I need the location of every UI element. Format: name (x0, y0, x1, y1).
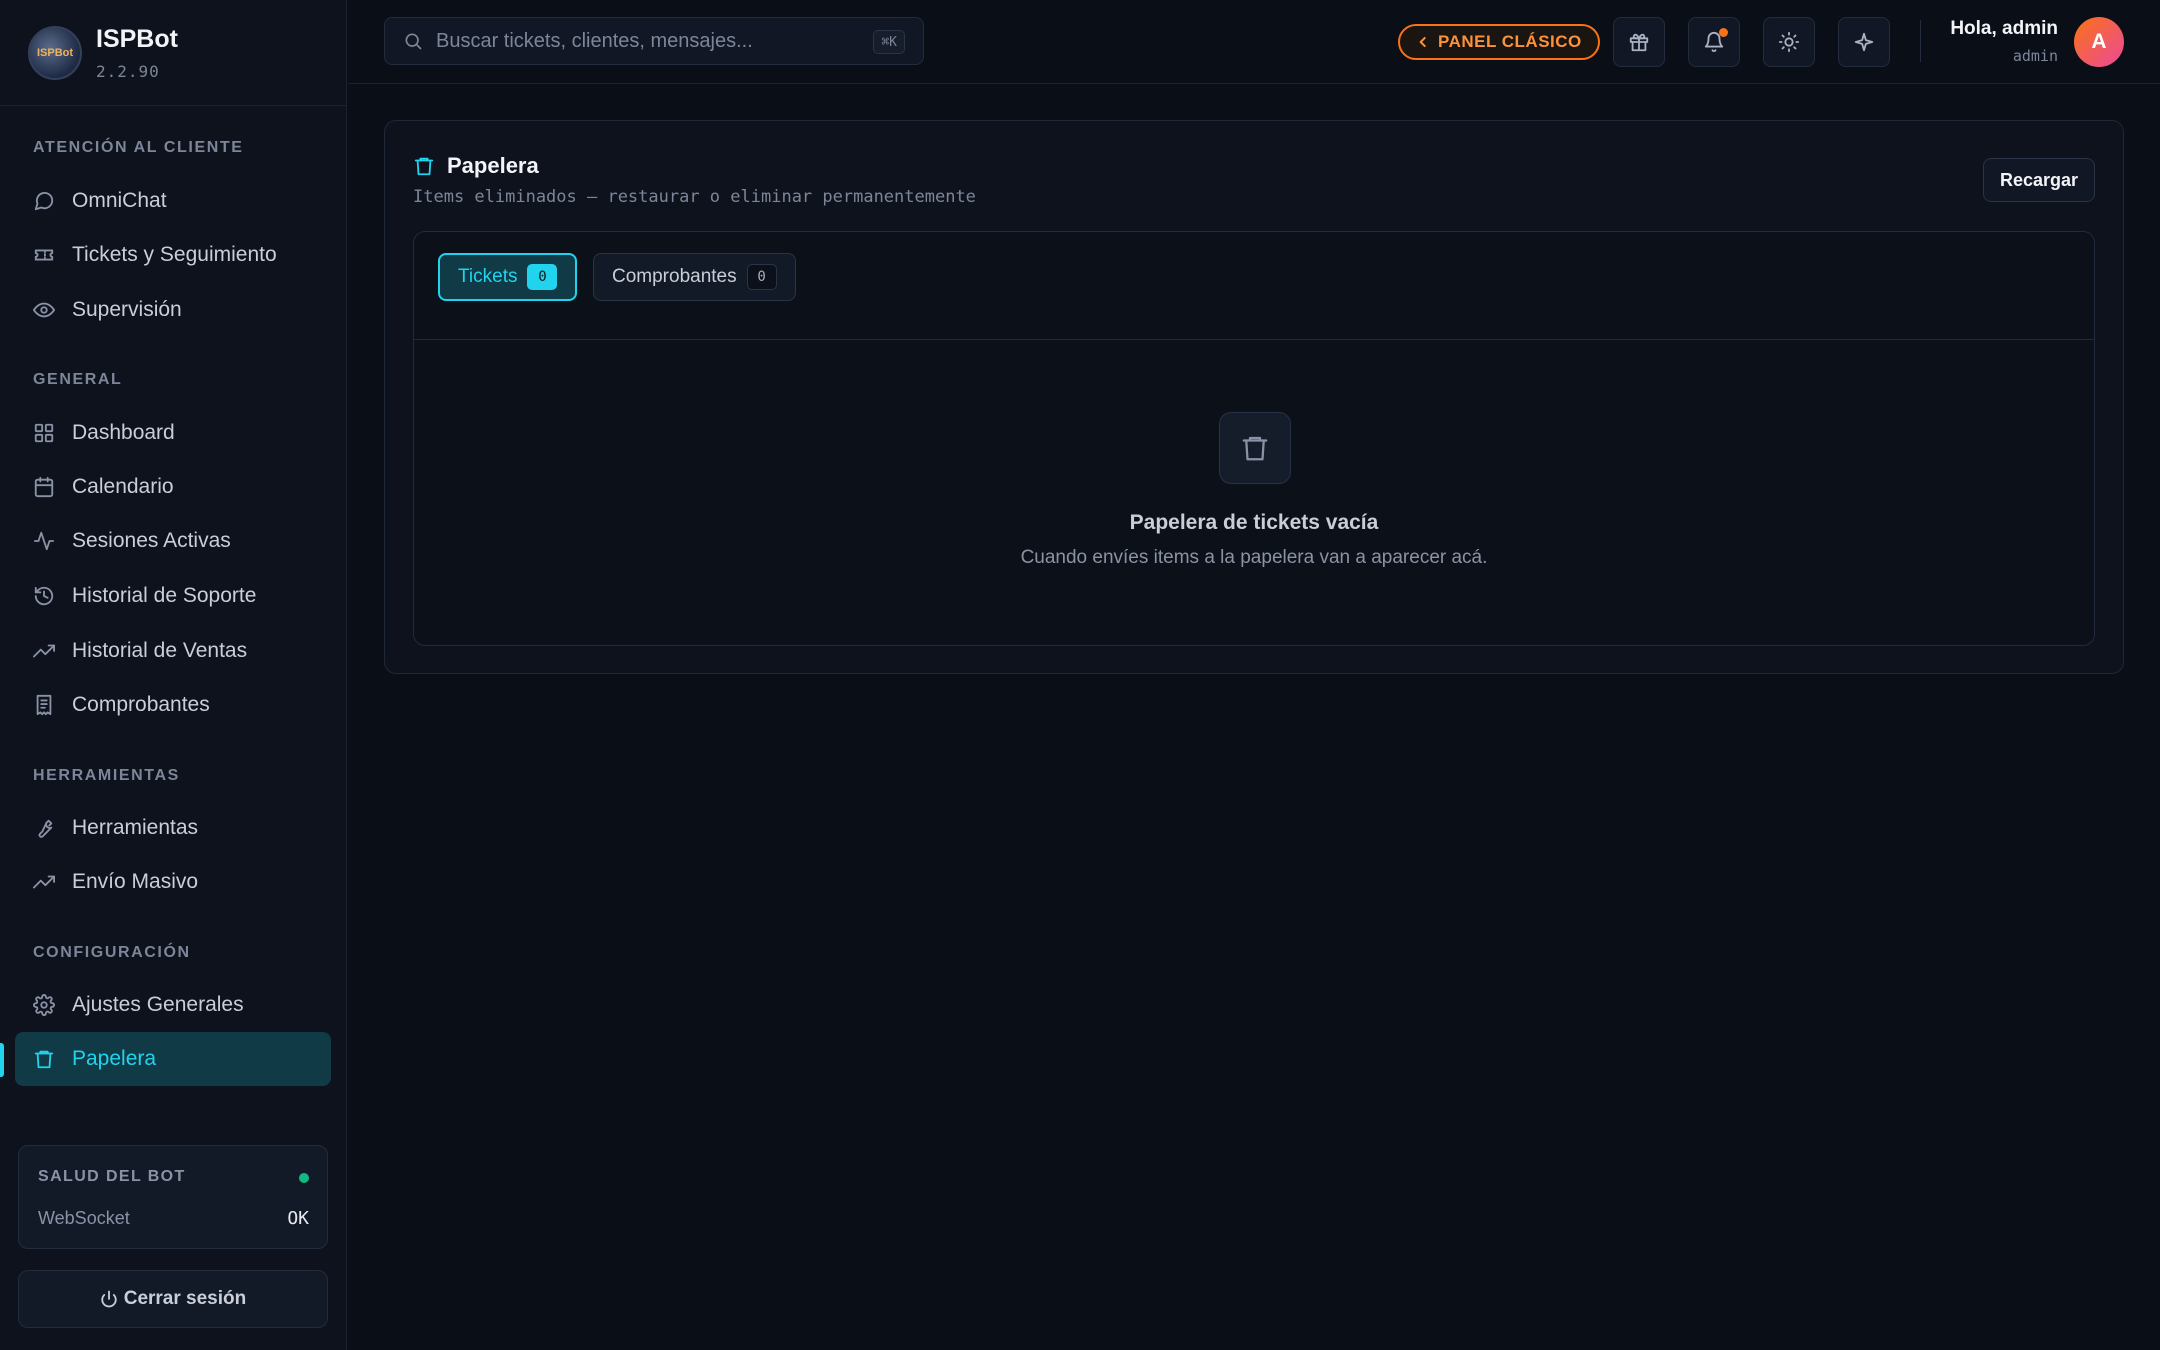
wrench-icon (33, 817, 55, 839)
empty-state-icon (1219, 412, 1291, 484)
section-herramientas: HERRAMIENTAS (33, 767, 180, 784)
empty-state-subtitle: Cuando envíes items a la papelera van a … (1020, 547, 1488, 568)
health-value: OK (287, 1208, 309, 1229)
brand: ISPBot ISPBot 2.2.90 (0, 0, 346, 106)
tab-tickets[interactable]: Tickets 0 (438, 253, 578, 301)
tab-label: Comprobantes (612, 266, 737, 287)
notification-dot (1719, 28, 1728, 37)
trash-icon (33, 1048, 55, 1070)
sidebar-item-comprobantes[interactable]: Comprobantes (15, 678, 331, 732)
active-indicator (0, 1043, 4, 1077)
search-input[interactable] (436, 29, 856, 53)
sparkle-icon (1853, 31, 1875, 53)
top-header: ⌘K PANEL CLÁSICO Hola, admin admin A (348, 0, 2160, 84)
sidebar-item-papelera[interactable]: Papelera (15, 1032, 331, 1086)
sidebar-item-ajustes[interactable]: Ajustes Generales (15, 978, 331, 1032)
empty-state-title: Papelera de tickets vacía (1129, 511, 1379, 534)
sidebar-item-label: OmniChat (72, 189, 167, 212)
history-icon (33, 585, 55, 607)
sidebar-item-herramientas[interactable]: Herramientas (15, 801, 331, 855)
section-atencion: ATENCIÓN AL CLIENTE (33, 139, 244, 156)
sidebar-item-label: Papelera (72, 1047, 157, 1070)
sidebar-item-envio-masivo[interactable]: Envío Masivo (15, 855, 331, 909)
sidebar-item-label: Ajustes Generales (72, 993, 244, 1016)
sidebar-item-historial-soporte[interactable]: Historial de Soporte (15, 569, 331, 623)
calendar-icon (33, 476, 55, 498)
sidebar-item-dashboard[interactable]: Dashboard (15, 406, 331, 460)
health-label: WebSocket (38, 1208, 130, 1228)
reload-button[interactable]: Recargar (1982, 158, 2095, 202)
activity-icon (33, 530, 55, 552)
user-role: admin (2012, 47, 2058, 65)
classic-panel-button[interactable]: PANEL CLÁSICO (1398, 24, 1600, 60)
receipt-icon (33, 694, 55, 716)
sidebar-item-sesiones[interactable]: Sesiones Activas (15, 514, 331, 568)
sidebar-item-label: Historial de Ventas (72, 639, 248, 662)
page-title: Papelera (413, 153, 539, 179)
page-title-text: Papelera (447, 153, 539, 178)
tabs-row: Tickets 0 Comprobantes 0 (414, 232, 2094, 340)
power-icon (100, 1290, 118, 1308)
sidebar-item-historial-ventas[interactable]: Historial de Ventas (15, 624, 331, 678)
sidebar-item-label: Envío Masivo (72, 870, 199, 893)
chat-bubble-icon (33, 190, 55, 212)
gear-icon (33, 994, 55, 1016)
sidebar-item-calendario[interactable]: Calendario (15, 460, 331, 514)
notifications-button[interactable] (1688, 17, 1740, 67)
gift-icon (1628, 31, 1650, 53)
section-general: GENERAL (33, 371, 123, 388)
trash-icon (413, 155, 435, 177)
grid-icon (33, 422, 55, 444)
sidebar-item-label: Historial de Soporte (72, 584, 257, 607)
brand-logo: ISPBot (28, 25, 82, 80)
avatar[interactable]: A (2074, 17, 2124, 67)
sidebar-item-label: Comprobantes (72, 693, 210, 716)
sidebar-item-label: Herramientas (72, 816, 199, 839)
sidebar-item-label: Dashboard (72, 421, 175, 444)
sidebar: ISPBot ISPBot 2.2.90 ATENCIÓN AL CLIENTE… (0, 0, 347, 1350)
trash-card: Papelera Items eliminados — restaurar o … (384, 120, 2124, 674)
trending-up-icon (33, 871, 55, 893)
tab-label: Tickets (458, 266, 518, 287)
header-divider (1920, 20, 1921, 62)
health-status-dot (299, 1173, 309, 1183)
sidebar-item-label: Supervisión (72, 298, 182, 321)
user-greeting: Hola, admin admin (1950, 18, 2058, 65)
chevron-left-icon (1416, 35, 1430, 49)
sidebar-item-label: Calendario (72, 475, 174, 498)
trending-up-icon (33, 640, 55, 662)
bot-health-panel: SALUD DEL BOT WebSocket OK (18, 1145, 328, 1249)
classic-panel-label: PANEL CLÁSICO (1438, 32, 1582, 51)
tab-count-badge: 0 (746, 264, 777, 290)
greeting-text: Hola, admin (1950, 18, 2058, 39)
eye-icon (33, 299, 55, 321)
logout-label: Cerrar sesión (123, 1288, 247, 1309)
sparkle-button[interactable] (1838, 17, 1890, 67)
sidebar-item-label: Sesiones Activas (72, 529, 231, 552)
trash-panel: Tickets 0 Comprobantes 0 Papelera de tic… (413, 231, 2095, 646)
page-subtitle: Items eliminados — restaurar o eliminar … (413, 187, 976, 207)
sun-icon (1778, 31, 1800, 53)
gift-button[interactable] (1613, 17, 1665, 67)
theme-toggle-button[interactable] (1763, 17, 1815, 67)
brand-version: 2.2.90 (96, 61, 160, 81)
sidebar-item-supervision[interactable]: Supervisión (15, 283, 331, 337)
section-configuracion: CONFIGURACIÓN (33, 944, 191, 961)
search-shortcut: ⌘K (873, 30, 905, 54)
sidebar-item-omnichat[interactable]: OmniChat (15, 174, 331, 228)
tab-comprobantes[interactable]: Comprobantes 0 (593, 253, 796, 301)
brand-name: ISPBot (96, 24, 178, 53)
sidebar-item-tickets[interactable]: Tickets y Seguimiento (15, 228, 331, 282)
tab-count-badge: 0 (527, 264, 558, 290)
logout-button[interactable]: Cerrar sesión (18, 1270, 328, 1328)
sidebar-item-label: Tickets y Seguimiento (72, 243, 277, 266)
ticket-icon (33, 244, 55, 266)
search-icon (403, 31, 423, 51)
trash-icon (1240, 433, 1270, 463)
health-title: SALUD DEL BOT (38, 1168, 186, 1185)
search-bar[interactable]: ⌘K (384, 17, 924, 65)
